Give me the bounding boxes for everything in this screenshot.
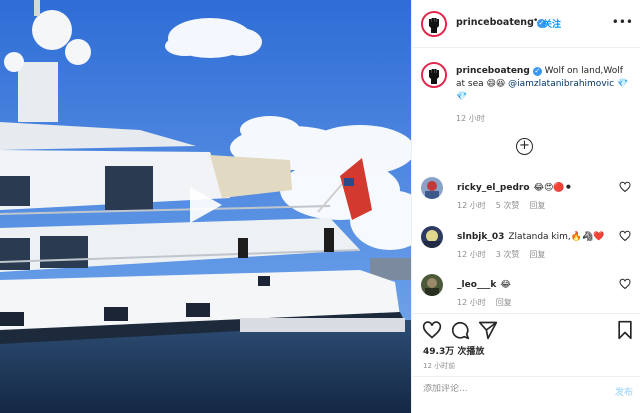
- comment-time: 12 小时: [457, 201, 486, 210]
- caption-time: 12 小时: [456, 114, 485, 123]
- caption-text: princeboateng ✓ Wolf on land,Wolf at sea …: [456, 65, 634, 104]
- comment-likes[interactable]: 3 次赞: [496, 250, 520, 259]
- commenter-avatar[interactable]: [421, 274, 443, 296]
- heart-icon[interactable]: [619, 230, 631, 242]
- post-sidebar: princeboateng ✓ • 关注 ••• princeboateng ✓ W…: [411, 0, 640, 413]
- comment-likes[interactable]: 5 次赞: [496, 201, 520, 210]
- post-comment-button[interactable]: 发布: [615, 385, 633, 398]
- heart-icon[interactable]: [619, 278, 631, 290]
- raised-fist-icon: [423, 13, 445, 35]
- like-heart-icon[interactable]: [422, 320, 442, 340]
- caption-username[interactable]: princeboateng: [456, 66, 530, 76]
- comment-item: _leo___k 😂 12 小时 回复: [421, 274, 635, 314]
- commenter-avatar[interactable]: [421, 226, 443, 248]
- play-icon[interactable]: [184, 185, 224, 225]
- raised-fist-icon: [423, 64, 445, 86]
- save-bookmark-icon[interactable]: [615, 320, 635, 340]
- comment-bar: 发布: [412, 376, 640, 404]
- commenter-username[interactable]: _leo___k: [457, 280, 496, 290]
- separator: •: [533, 16, 539, 26]
- comment-time: 12 小时: [457, 298, 486, 307]
- post-header: princeboateng ✓ • 关注 •••: [412, 0, 640, 48]
- commenter-username[interactable]: slnbjk_03: [457, 232, 504, 242]
- view-count[interactable]: 49.3万 次播放: [423, 344, 484, 357]
- comment-time: 12 小时: [457, 250, 486, 259]
- comment-item: ricky_el_pedro 😂😍🔴⚫ 12 小时 5 次赞 回复: [421, 177, 635, 217]
- more-options-icon[interactable]: •••: [612, 15, 633, 29]
- verified-badge-icon: ✓: [532, 67, 542, 76]
- comment-reply-button[interactable]: 回复: [529, 201, 545, 210]
- post-actions: 49.3万 次播放 12 小时前 发布: [412, 313, 640, 403]
- heart-icon[interactable]: [619, 181, 631, 193]
- commenter-username[interactable]: ricky_el_pedro: [457, 183, 530, 193]
- post-media[interactable]: [0, 0, 411, 413]
- author-avatar[interactable]: [421, 11, 447, 37]
- share-paper-plane-icon[interactable]: [478, 320, 498, 340]
- caption-avatar[interactable]: [421, 62, 447, 88]
- comment-text: Zlatanda kim,🔥🦓❤️: [508, 232, 605, 242]
- post-timestamp: 12 小时前: [423, 362, 456, 370]
- comment-text: 😂: [500, 280, 511, 290]
- comment-bubble-icon[interactable]: [450, 320, 470, 340]
- caption-mention[interactable]: @iamzlatanibrahimovic: [508, 79, 614, 89]
- commenter-avatar[interactable]: [421, 177, 443, 199]
- comment-reply-button[interactable]: 回复: [496, 298, 512, 307]
- load-more-comments-button[interactable]: +: [516, 138, 533, 155]
- comment-item: slnbjk_03 Zlatanda kim,🔥🦓❤️ 12 小时 3 次赞 回复: [421, 226, 635, 266]
- author-username[interactable]: princeboateng: [456, 17, 534, 28]
- follow-button[interactable]: 关注: [543, 17, 561, 30]
- comment-reply-button[interactable]: 回复: [529, 250, 545, 259]
- comment-text: 😂😍🔴⚫: [533, 183, 573, 193]
- comment-input[interactable]: [423, 384, 593, 394]
